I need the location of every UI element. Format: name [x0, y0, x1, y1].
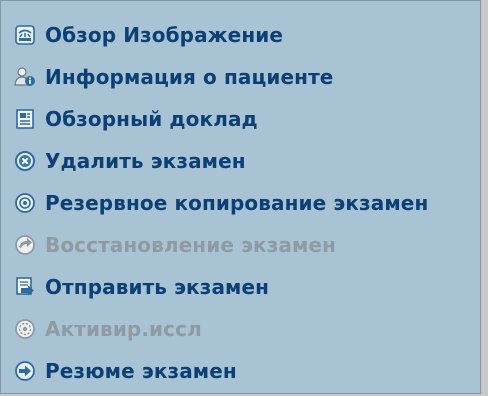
menu-item-label: Обзор Изображение: [45, 23, 284, 47]
menu-item-image-review[interactable]: Обзор Изображение: [13, 20, 283, 50]
menu-item-label: Удалить экзамен: [45, 149, 246, 173]
backup-disc-icon: [13, 191, 37, 215]
menu-item-send-exam[interactable]: Отправить экзамен: [13, 272, 269, 302]
delete-icon: [13, 149, 37, 173]
menu-item-label: Резюме экзамен: [45, 359, 237, 383]
image-review-icon: [13, 23, 37, 47]
menu-item-label: Резервное копирование экзамен: [45, 191, 429, 215]
restore-icon: [13, 233, 37, 257]
resume-arrow-icon: [13, 359, 37, 383]
send-icon: [13, 275, 37, 299]
activate-icon: [13, 317, 37, 341]
menu-item-delete-exam[interactable]: Удалить экзамен: [13, 146, 246, 176]
menu-item-patient-info[interactable]: Информация о пациенте: [13, 62, 333, 92]
menu-item-label: Отправить экзамен: [45, 275, 270, 299]
menu-item-label: Восстановление экзамен: [45, 233, 337, 257]
menu-item-resume-exam[interactable]: Резюме экзамен: [13, 356, 237, 386]
menu-item-label: Информация о пациенте: [45, 65, 334, 89]
patient-info-icon: [13, 65, 37, 89]
menu-item-restore-exam: Восстановление экзамен: [13, 230, 336, 260]
menu-item-review-report[interactable]: Обзорный доклад: [13, 104, 258, 134]
report-icon: [13, 107, 37, 131]
menu-item-label: Активир.иссл: [45, 317, 202, 341]
context-menu: Обзор Изображение Информация о пациенте …: [0, 0, 481, 394]
menu-item-activate-study: Активир.иссл: [13, 314, 202, 344]
menu-item-backup-exam[interactable]: Резервное копирование экзамен: [13, 188, 428, 218]
menu-item-label: Обзорный доклад: [45, 107, 258, 131]
